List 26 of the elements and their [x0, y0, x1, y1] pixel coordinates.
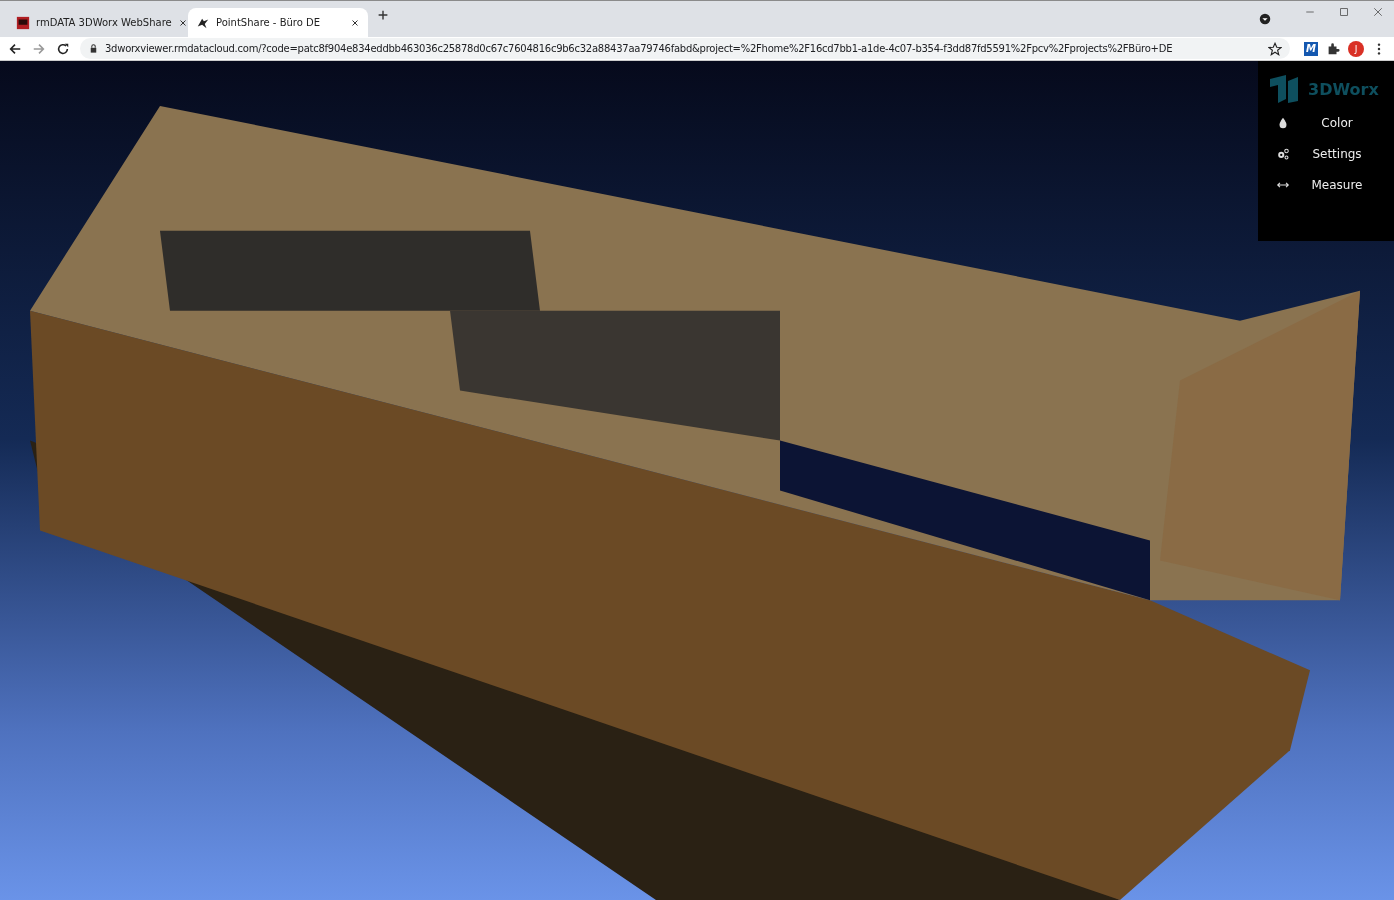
panel-menu-item[interactable]: Color [1258, 107, 1394, 138]
maximize-icon [1338, 6, 1350, 18]
new-tab-icon [376, 8, 390, 22]
dropdown-icon [1258, 12, 1272, 26]
close-icon [177, 17, 188, 28]
close-icon [350, 17, 360, 28]
logo-icon [1268, 73, 1300, 105]
browser-tab[interactable]: rmDATA 3DWorx WebShare [8, 8, 188, 37]
lock-icon [88, 43, 99, 54]
browser-tab[interactable]: PointShare - Büro DE [188, 8, 368, 37]
logo-text: 3DWorx [1308, 79, 1379, 99]
favicon-icon [16, 15, 30, 30]
panel-menu-item[interactable]: Settings [1258, 138, 1394, 169]
panel-menu-item[interactable]: Measure [1258, 169, 1394, 200]
url-text: 3dworxviewer.rmdatacloud.com/?code=patc8f904e834eddbb463036c25878d0c67c7604816c9b6c32a88437aa79746fabd&project=%2Fhome%2F16cd7bb1-a1de-4c07-b354-f3dd87fd5591%2Fpcv%2Fprojects%2FBüro+DE [105, 43, 1173, 54]
profile-avatar[interactable]: J [1348, 40, 1364, 57]
back-icon [8, 41, 22, 56]
address-bar[interactable]: 3dworxviewer.rmdatacloud.com/?code=patc8f904e834eddbb463036c25878d0c67c7604816c9b6c32a88437aa79746fabd&project=%2Fhome%2F16cd7bb1-a1de-4c07-b354-f3dd87fd5591%2Fpcv%2Fprojects%2FBüro+DE [80, 38, 1290, 59]
close-icon [1372, 6, 1384, 18]
forward-icon [32, 41, 46, 56]
point-cloud-viewport[interactable]: 3DWorx Color Settings Measure [0, 61, 1394, 900]
gears-icon [1276, 146, 1290, 161]
puzzle-icon [1326, 41, 1340, 56]
extension-button[interactable]: M [1304, 41, 1318, 56]
star-icon [1268, 41, 1282, 56]
reload-icon [56, 41, 70, 56]
